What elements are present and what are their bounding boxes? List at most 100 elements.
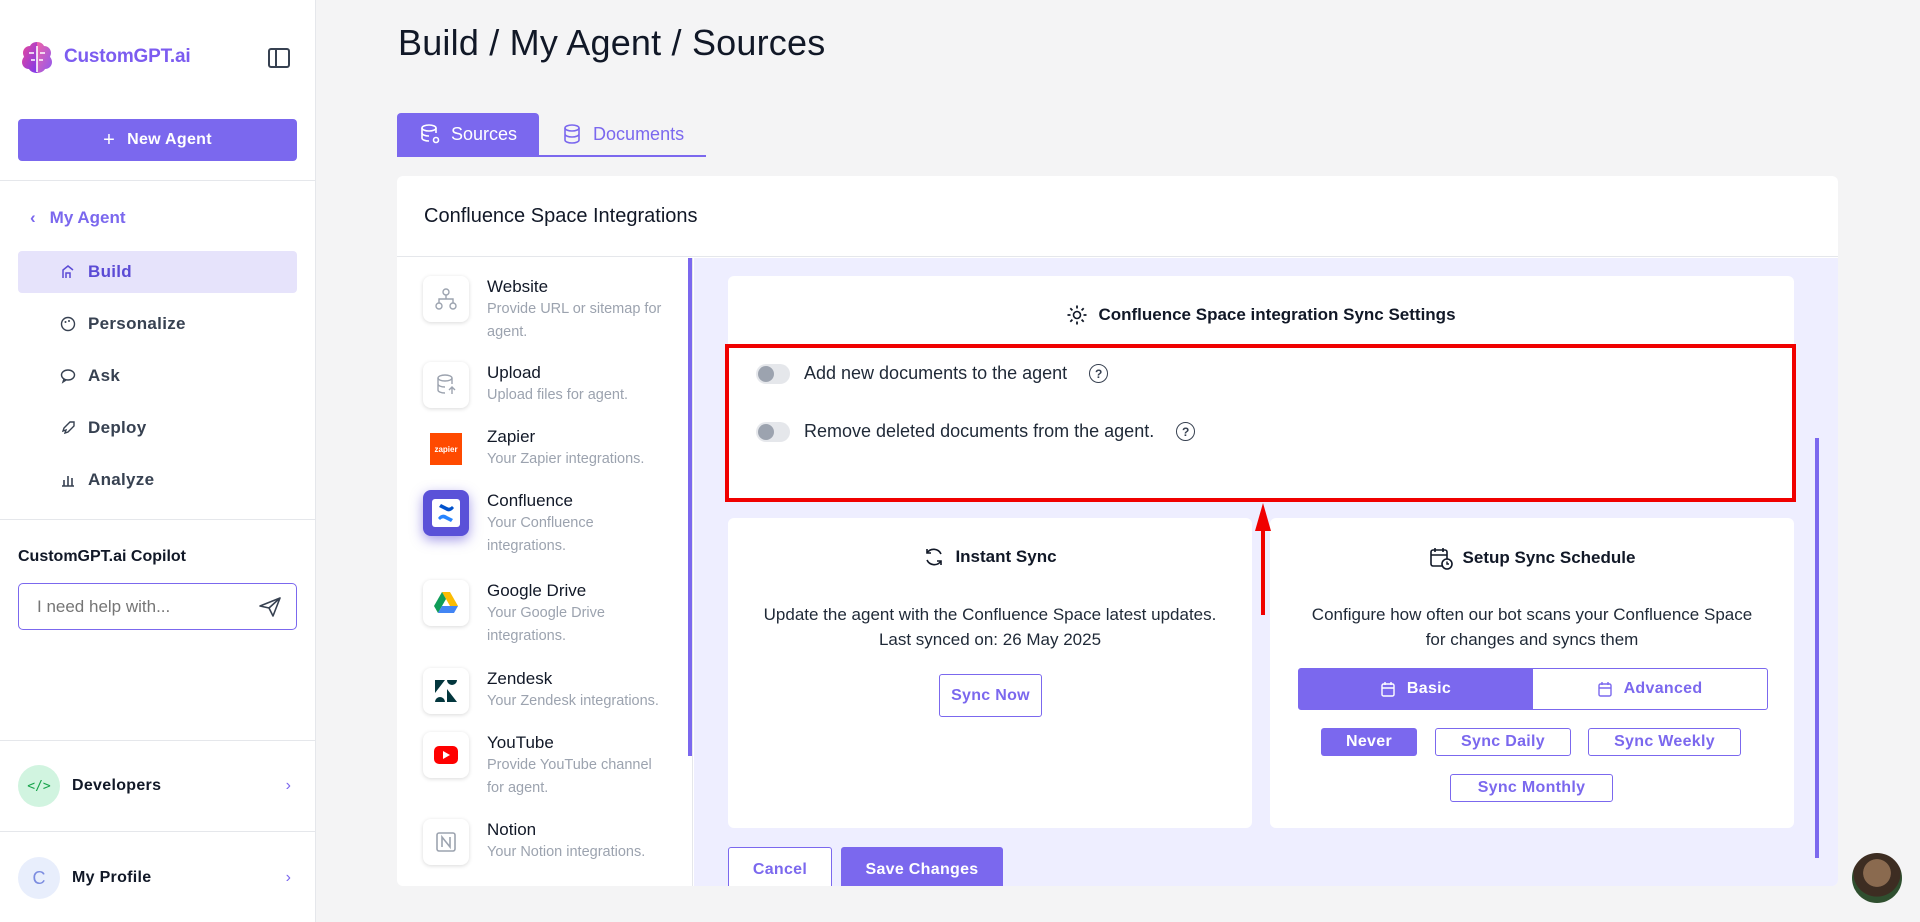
sync-settings-title-text: Confluence Space integration Sync Settin…	[1098, 305, 1456, 324]
tab-documents[interactable]: Documents	[539, 113, 706, 155]
chevron-right-icon: ›	[285, 777, 291, 794]
confluence-icon	[423, 490, 469, 536]
source-item-website[interactable]: Website Provide URL or sitemap for agent.	[423, 276, 673, 344]
developers-label: Developers	[72, 777, 162, 794]
source-item-youtube[interactable]: YouTube Provide YouTube channel for agent…	[423, 732, 673, 800]
source-desc: Upload files for agent.	[487, 387, 629, 403]
option-never[interactable]: Never	[1321, 728, 1417, 756]
option-sync-daily[interactable]: Sync Daily	[1435, 728, 1571, 756]
toggle-label: Remove deleted documents from the agent.	[804, 421, 1155, 441]
nav-label: Analyze	[88, 470, 155, 489]
source-item-zendesk[interactable]: Zendesk Your Zendesk integrations.	[423, 668, 673, 714]
logo[interactable]: CustomGPT.ai	[18, 38, 191, 76]
schedule-line2: for changes and syncs them	[1425, 630, 1639, 649]
source-item-notion[interactable]: Notion Your Notion integrations.	[423, 819, 673, 865]
new-agent-label: New Agent	[127, 131, 212, 148]
sync-schedule-panel: Setup Sync Schedule Configure how often …	[1270, 518, 1794, 828]
mode-basic[interactable]: Basic	[1299, 669, 1533, 709]
sidebar: CustomGPT.ai + New Agent ‹ My Agent Buil…	[0, 0, 316, 922]
nav-item-build[interactable]: Build	[18, 251, 297, 293]
option-sync-monthly[interactable]: Sync Monthly	[1450, 774, 1613, 802]
agent-nav: Build Personalize Ask Deploy Analyze	[18, 251, 297, 511]
copilot-input-box	[18, 583, 297, 630]
nav-item-analyze[interactable]: Analyze	[18, 459, 297, 501]
source-tabs: Sources Documents	[397, 113, 707, 157]
source-desc: Your Confluence integrations.	[487, 515, 594, 554]
back-label: My Agent	[49, 208, 126, 227]
option-sync-weekly[interactable]: Sync Weekly	[1588, 728, 1741, 756]
integration-card: Confluence Space Integrations Website Pro…	[397, 176, 1838, 886]
chat-icon	[60, 369, 76, 384]
divider	[0, 519, 316, 520]
sync-settings-title: Confluence Space integration Sync Settin…	[728, 304, 1794, 326]
remove-deleted-docs-switch[interactable]	[756, 421, 790, 442]
card-title: Confluence Space Integrations	[397, 176, 1838, 257]
page-title: Build / My Agent / Sources	[398, 22, 826, 63]
sync-now-button[interactable]: Sync Now	[939, 674, 1042, 717]
source-name: Confluence	[487, 491, 574, 510]
youtube-icon	[423, 732, 469, 778]
nav-label: Build	[88, 262, 132, 281]
logo-text: CustomGPT.ai	[64, 46, 191, 67]
source-item-confluence[interactable]: Confluence Your Confluence integrations.	[423, 490, 673, 558]
schedule-title: Setup Sync Schedule	[1270, 546, 1794, 570]
refresh-icon	[926, 548, 943, 566]
divider	[0, 740, 316, 741]
sitemap-icon	[423, 276, 469, 322]
divider	[0, 180, 316, 181]
brain-logo-icon	[22, 42, 52, 73]
database-icon	[564, 124, 580, 144]
help-icon[interactable]: ?	[1176, 422, 1196, 441]
nav-item-personalize[interactable]: Personalize	[18, 303, 297, 345]
nav-item-ask[interactable]: Ask	[18, 355, 297, 397]
source-list-scrollbar[interactable]	[688, 258, 692, 756]
new-agent-button[interactable]: + New Agent	[18, 119, 297, 161]
my-profile-link[interactable]: C My Profile ›	[18, 857, 297, 899]
nav-item-deploy[interactable]: Deploy	[18, 407, 297, 449]
sidebar-toggle-icon[interactable]	[268, 48, 290, 68]
divider	[0, 831, 316, 832]
developers-link[interactable]: </> Developers ›	[18, 765, 297, 807]
add-new-docs-switch[interactable]	[756, 363, 790, 384]
mode-label: Advanced	[1623, 680, 1703, 697]
schedule-line1: Configure how often our bot scans your C…	[1311, 605, 1753, 624]
source-desc: Your Zendesk integrations.	[487, 693, 659, 709]
schedule-title-text: Setup Sync Schedule	[1462, 548, 1636, 567]
back-to-my-agent[interactable]: ‹ My Agent	[30, 208, 126, 228]
source-name: Zapier	[487, 427, 536, 446]
toggle-label: Add new documents to the agent	[804, 363, 1068, 383]
source-item-google-drive[interactable]: Google Drive Your Google Drive integratio…	[423, 580, 673, 648]
copilot-input[interactable]	[37, 596, 258, 617]
source-item-upload[interactable]: Upload Upload files for agent.	[423, 362, 673, 408]
chevron-right-icon: ›	[285, 869, 291, 886]
instant-sync-title-text: Instant Sync	[955, 547, 1057, 566]
mode-label: Basic	[1406, 680, 1452, 697]
mode-advanced[interactable]: Advanced	[1533, 669, 1767, 709]
settings-scrollbar[interactable]	[1815, 438, 1819, 858]
save-changes-button[interactable]: Save Changes	[841, 847, 1003, 886]
source-desc: Your Notion integrations.	[487, 844, 646, 860]
schedule-mode-toggle: Basic Advanced	[1298, 668, 1768, 710]
build-icon	[62, 265, 74, 278]
notion-icon	[423, 819, 469, 865]
sync-settings-box: Confluence Space integration Sync Settin…	[725, 276, 1796, 502]
instant-sync-text: Update the agent with the Confluence Spa…	[728, 602, 1252, 652]
tab-sources[interactable]: Sources	[397, 113, 540, 155]
tab-label: Documents	[593, 123, 685, 144]
copilot-title: CustomGPT.ai Copilot	[18, 548, 186, 565]
source-item-zapier[interactable]: zapier Zapier Your Zapier integrations.	[423, 426, 673, 472]
source-name: Zendesk	[487, 669, 553, 688]
avatar: C	[18, 857, 60, 899]
palette-icon	[60, 316, 76, 332]
cancel-button[interactable]: Cancel	[728, 847, 832, 886]
code-icon: </>	[18, 765, 60, 807]
help-icon[interactable]: ?	[1089, 364, 1109, 383]
instant-sync-line1: Update the agent with the Confluence Spa…	[763, 605, 1217, 624]
profile-label: My Profile	[72, 869, 152, 886]
google-drive-icon	[423, 580, 469, 626]
support-chat-avatar[interactable]	[1852, 853, 1902, 903]
source-desc: Your Zapier integrations.	[487, 451, 645, 467]
send-icon[interactable]	[258, 596, 282, 618]
instant-sync-title: Instant Sync	[728, 546, 1252, 568]
last-synced-text: Last synced on: 26 May 2025	[878, 630, 1102, 649]
